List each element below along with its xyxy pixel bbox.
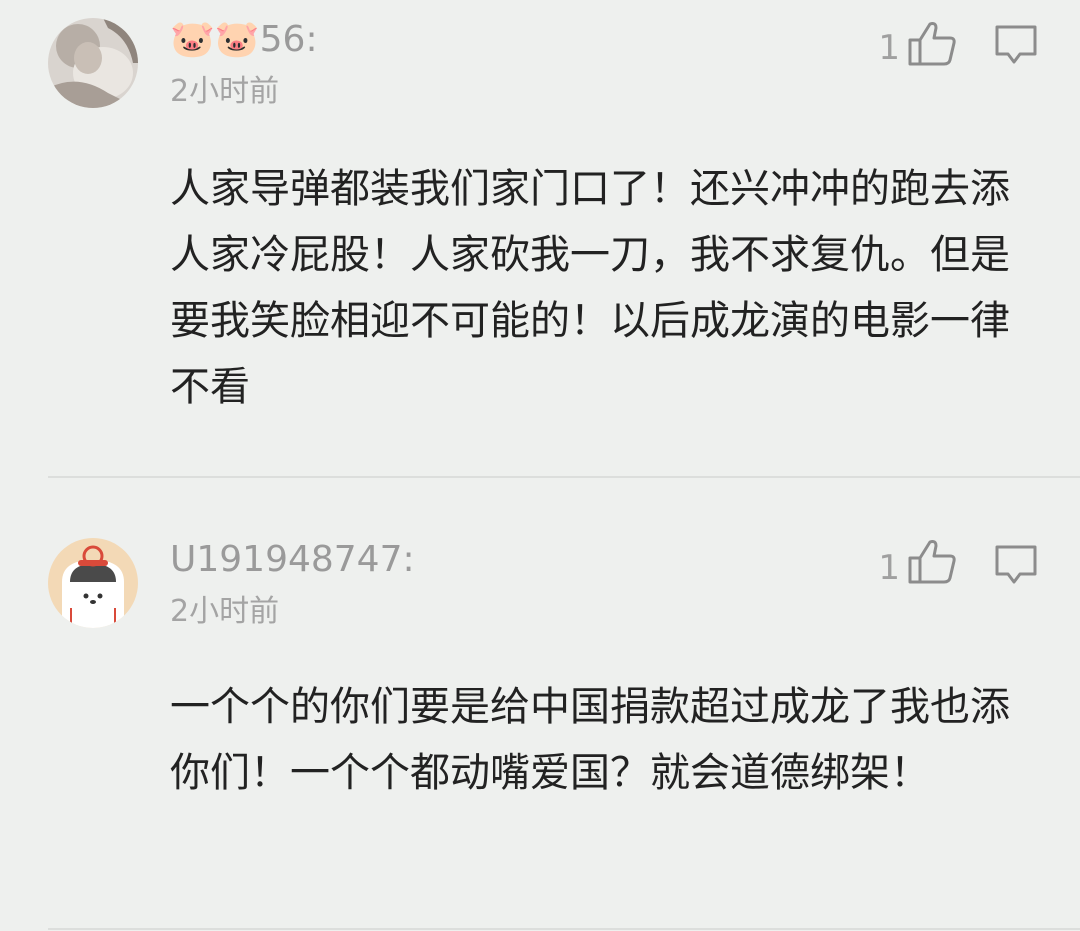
comment-time: 2小时前 — [170, 74, 280, 109]
divider — [48, 928, 1080, 930]
avatar[interactable] — [48, 538, 138, 628]
avatar[interactable] — [48, 18, 138, 108]
thumbs-up-icon[interactable] — [906, 538, 958, 590]
comment-username[interactable]: U191948747: — [170, 538, 415, 582]
comment-bubble-icon[interactable] — [994, 544, 1038, 590]
comment-content: 一个个的你们要是给中国捐款超过成龙了我也添你们！一个个都动嘴爱国？就会道德绑架！ — [170, 684, 1010, 796]
comment-item: U191948747: 2小时前 1 一个个的你们要是给中国捐款超过成龙了我也添… — [0, 478, 1080, 931]
comment-time: 2小时前 — [170, 594, 280, 629]
comment-item: 🐷🐷56: 2小时前 1 人家导弹都装我们家门口了！还兴冲冲的跑去添人家冷屁股！… — [0, 0, 1080, 478]
comment-username[interactable]: 🐷🐷56: — [170, 18, 318, 62]
like-count: 1 — [878, 548, 900, 588]
like-count: 1 — [878, 28, 900, 68]
thumbs-up-icon[interactable] — [906, 20, 958, 72]
comment-content: 人家导弹都装我们家门口了！还兴冲冲的跑去添人家冷屁股！人家砍我一刀，我不求复仇。… — [170, 166, 1010, 410]
cartoon-bear-avatar-icon — [48, 538, 138, 628]
comment-bubble-icon[interactable] — [994, 24, 1038, 70]
user-photo-avatar-icon — [48, 18, 138, 108]
